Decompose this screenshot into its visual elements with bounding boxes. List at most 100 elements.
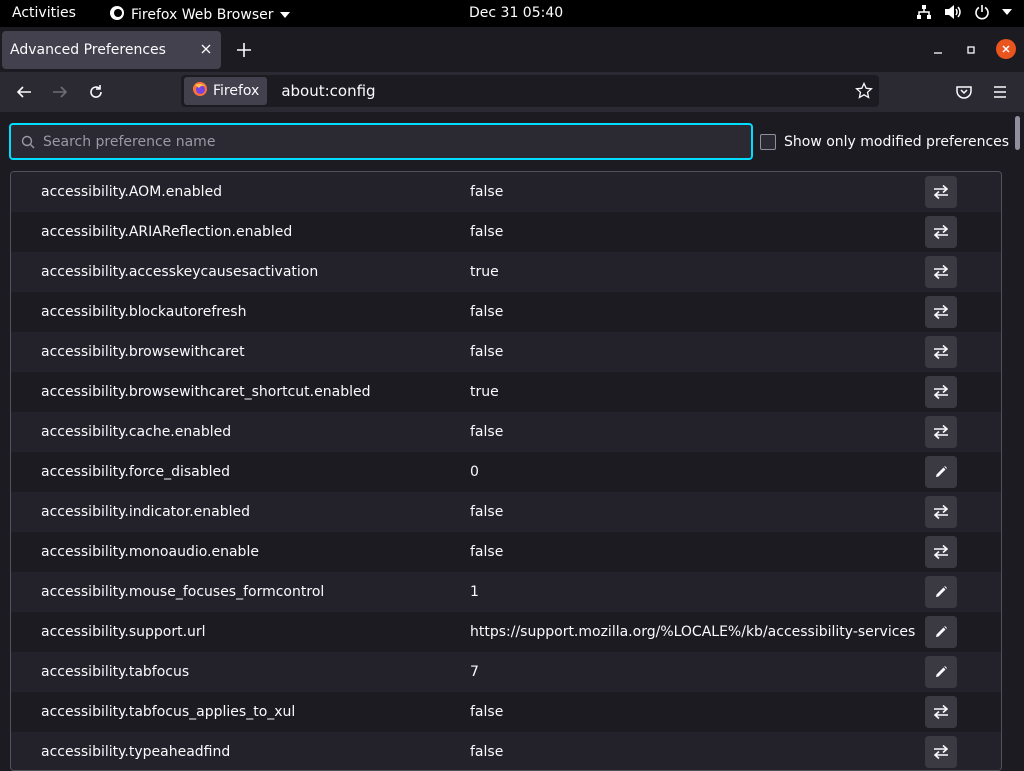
app-menu[interactable]: Firefox Web Browser [109,5,290,25]
preference-value: false [470,224,504,240]
tab-strip: Advanced Preferences [0,27,1024,72]
preference-value: 7 [470,664,479,680]
toggle-arrows-icon[interactable] [925,416,957,448]
system-top-bar: Activities Firefox Web Browser Dec 31 05… [0,0,1024,27]
preference-value: false [470,544,504,560]
toggle-arrows-icon[interactable] [925,336,957,368]
about-config-page: Show only modified preferences accessibi… [0,112,1024,771]
toggle-arrows-icon[interactable] [925,216,957,248]
tab-close-icon[interactable] [198,41,214,57]
system-tray[interactable] [916,4,1012,20]
firefox-icon [109,5,125,25]
chevron-down-icon [1002,8,1012,16]
forward-arrow-icon[interactable] [51,83,69,101]
search-input[interactable] [43,133,723,150]
table-row[interactable]: accessibility.ARIAReflection.enabled fals… [11,212,1001,252]
preference-value: https://support.mozilla.org/%LOCALE%/kb/… [470,624,916,640]
preference-name: accessibility.tabfocus [41,664,190,680]
table-row[interactable]: accessibility.support.url https://support… [11,612,1001,652]
table-row[interactable]: accessibility.typeaheadfind false [11,732,1001,770]
site-identity-button[interactable]: Firefox [184,77,268,105]
hamburger-menu-icon[interactable] [991,83,1009,101]
preference-value: false [470,424,504,440]
preferences-table: accessibility.AOM.enabled false accessibil… [10,171,1002,771]
toggle-arrows-icon[interactable] [925,696,957,728]
power-icon [974,4,990,20]
table-row[interactable]: accessibility.monoaudio.enable false [11,532,1001,572]
preference-name: accessibility.ARIAReflection.enabled [41,224,293,240]
table-row[interactable]: accessibility.indicator.enabled false [11,492,1001,532]
preference-name: accessibility.cache.enabled [41,424,232,440]
search-icon [21,135,35,149]
table-row[interactable]: accessibility.tabfocus 7 [11,652,1001,692]
toggle-arrows-icon[interactable] [925,496,957,528]
preference-value: false [470,704,504,720]
edit-pencil-icon[interactable] [925,456,957,488]
pocket-icon[interactable] [955,83,973,101]
preference-name: accessibility.monoaudio.enable [41,544,259,560]
minimize-icon[interactable] [929,41,947,59]
preference-value: false [470,184,504,200]
preference-value: false [470,504,504,520]
preference-name: accessibility.accesskeycausesactivation [41,264,319,280]
new-tab-icon[interactable] [234,40,254,60]
show-modified-toggle[interactable]: Show only modified preferences [760,134,1009,150]
preference-name: accessibility.force_disabled [41,464,231,480]
back-arrow-icon[interactable] [15,83,33,101]
preference-value: true [470,384,499,400]
url-text[interactable]: about:config [281,82,375,100]
toggle-arrows-icon[interactable] [925,736,957,768]
toggle-arrows-icon[interactable] [925,176,957,208]
preference-value: 1 [470,584,479,600]
tab-advanced-preferences[interactable]: Advanced Preferences [2,31,221,69]
preference-name: accessibility.browsewithcaret [41,344,245,360]
preference-name: accessibility.mouse_focuses_formcontrol [41,584,325,600]
firefox-logo-icon [192,81,208,101]
preference-name: accessibility.blockautorefresh [41,304,247,320]
reload-icon[interactable] [87,83,105,101]
edit-pencil-icon[interactable] [925,576,957,608]
preference-name: accessibility.tabfocus_applies_to_xul [41,704,296,720]
search-box[interactable] [9,123,753,160]
table-row[interactable]: accessibility.tabfocus_applies_to_xul fal… [11,692,1001,732]
table-row[interactable]: accessibility.mouse_focuses_formcontrol 1 [11,572,1001,612]
edit-pencil-icon[interactable] [925,656,957,688]
toggle-arrows-icon[interactable] [925,536,957,568]
table-row[interactable]: accessibility.force_disabled 0 [11,452,1001,492]
preference-name: accessibility.support.url [41,624,206,640]
table-row[interactable]: accessibility.browsewithcaret_shortcut.e… [11,372,1001,412]
preference-name: accessibility.indicator.enabled [41,504,250,520]
navigation-toolbar: Firefox about:config [0,72,1024,112]
show-modified-checkbox[interactable] [760,134,776,150]
volume-icon [944,4,962,20]
clock[interactable]: Dec 31 05:40 [469,5,563,21]
preference-name: accessibility.browsewithcaret_shortcut.e… [41,384,371,400]
toggle-arrows-icon[interactable] [925,296,957,328]
tab-title: Advanced Preferences [10,42,166,58]
preference-value: 0 [470,464,479,480]
url-bar[interactable]: Firefox about:config [181,75,879,107]
edit-pencil-icon[interactable] [925,616,957,648]
preference-value: true [470,264,499,280]
maximize-icon[interactable] [962,41,980,59]
toggle-arrows-icon[interactable] [925,256,957,288]
preference-name: accessibility.AOM.enabled [41,184,223,200]
window-close-icon[interactable] [996,39,1016,59]
scrollbar-thumb[interactable] [1015,116,1020,150]
activities-button[interactable]: Activities [12,5,76,21]
bookmark-star-icon[interactable] [855,81,873,104]
network-icon [916,4,932,20]
preference-value: false [470,304,504,320]
app-menu-label: Firefox Web Browser [131,7,274,23]
chevron-down-icon [279,7,290,23]
preference-value: false [470,744,504,760]
preference-value: false [470,344,504,360]
table-row[interactable]: accessibility.accesskeycausesactivation t… [11,252,1001,292]
table-row[interactable]: accessibility.AOM.enabled false [11,172,1001,212]
preference-name: accessibility.typeaheadfind [41,744,231,760]
show-modified-label: Show only modified preferences [784,134,1010,150]
toggle-arrows-icon[interactable] [925,376,957,408]
table-row[interactable]: accessibility.blockautorefresh false [11,292,1001,332]
table-row[interactable]: accessibility.cache.enabled false [11,412,1001,452]
table-row[interactable]: accessibility.browsewithcaret false [11,332,1001,372]
